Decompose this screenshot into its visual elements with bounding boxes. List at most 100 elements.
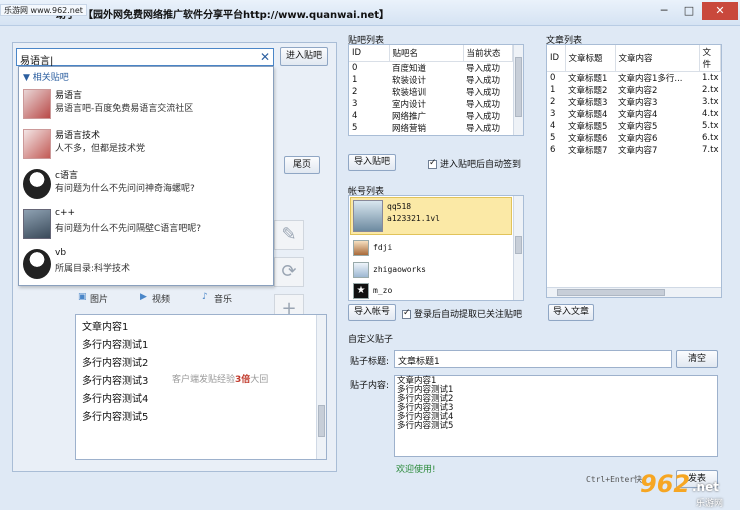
music-label[interactable]: 音乐 (214, 292, 232, 305)
table-row[interactable]: 0 百度知道 导入成功 (349, 61, 513, 74)
auto-sign-checkbox[interactable]: 进入贴吧后自动签到 (428, 157, 521, 170)
table-row[interactable]: 5 文章标题6 文章内容6 6.tx (547, 132, 721, 144)
avatar (353, 240, 369, 256)
table-row[interactable]: 2 软装培训 导入成功 (349, 86, 513, 98)
checkbox-checked-icon[interactable] (402, 308, 411, 319)
editor-line: 多行内容测试2 (82, 358, 149, 369)
clear-icon[interactable]: ✕ (260, 50, 270, 64)
maximize-button[interactable]: □ (677, 2, 701, 20)
suggestion-desc: 人不多，但都是技术党 (55, 144, 146, 154)
auto-fetch-checkbox[interactable]: 登录后自动提取已关注贴吧 (402, 307, 522, 320)
penguin-icon (23, 169, 51, 199)
forum-logo-icon (23, 209, 51, 239)
column-header[interactable]: 文章标题 (565, 45, 616, 72)
table-row[interactable]: 4 网络推广 导入成功 (349, 110, 513, 122)
column-header[interactable]: ID (547, 45, 566, 72)
column-header[interactable]: 文件 (699, 45, 721, 72)
table-header-row: ID 文章标题 文章内容 文件 (547, 45, 721, 72)
account-list-scrollbar-thumb[interactable] (515, 236, 522, 254)
article-list-hscrollbar-thumb[interactable] (557, 289, 665, 296)
close-button[interactable]: ✕ (702, 2, 738, 20)
video-label[interactable]: 视频 (152, 292, 170, 305)
shortcut-hint: Ctrl+Enter快 (586, 475, 643, 484)
search-input[interactable]: 易语言| ✕ (16, 48, 274, 67)
table-row[interactable]: 3 文章标题4 文章内容4 4.tx (547, 108, 721, 120)
column-header[interactable]: 贴吧名 (389, 45, 464, 62)
suggestion-item[interactable]: c语言 有问题为什么不先问问神奇海螺呢? (19, 165, 273, 203)
post-title-label: 贴子标题: (350, 357, 390, 367)
article-table: ID 文章标题 文章内容 文件 0 文章标题1 文章内容1多行... 1.tx 1 文章… (547, 45, 721, 156)
site-watermark-logo: 962 .net 乐游网 (638, 468, 738, 509)
table-row[interactable]: 1 软装设计 导入成功 (349, 74, 513, 86)
window-title: 助手 【园外网免费网络推广软件分享平台http://www.quanwai.ne… (56, 10, 390, 21)
watermark-logo-site: 乐游网 (696, 499, 724, 509)
forum-list-scrollbar[interactable] (513, 45, 523, 135)
suggestion-title: c语言 (55, 171, 78, 181)
account-item[interactable]: ★ m_zo (351, 282, 511, 300)
table-row[interactable]: 3 室内设计 导入成功 (349, 98, 513, 110)
refresh-icon[interactable]: ⟳ (274, 257, 304, 287)
post-content-label: 贴子内容: (350, 381, 390, 391)
editor-line: 多行内容测试3 (82, 376, 149, 387)
table-row[interactable]: 6 文章标题7 文章内容7 7.tx (547, 144, 721, 156)
watermark-logo-domain: .net (692, 480, 719, 494)
post-title-input[interactable]: 文章标题1 (394, 350, 672, 368)
import-forum-button[interactable]: 导入贴吧 (348, 154, 396, 171)
video-icon[interactable]: ▶ (140, 292, 147, 302)
post-content-editor[interactable]: 文章内容1 多行内容测试1 多行内容测试2 多行内容测试3 多行内容测试4 多行… (75, 314, 327, 460)
column-header[interactable]: ID (349, 45, 390, 62)
post-content-lines: 文章内容1 多行内容测试1 多行内容测试2 多行内容测试3 多行内容测试4 多行… (397, 377, 453, 431)
checkbox-checked-icon[interactable] (428, 158, 437, 169)
account-item-selected[interactable]: qq518 a123321.1vl (350, 197, 512, 235)
minimize-button[interactable]: ─ (652, 2, 676, 20)
article-list-hscrollbar[interactable] (547, 287, 721, 297)
table-row[interactable]: 4 文章标题5 文章内容5 5.tx (547, 120, 721, 132)
suggestion-item[interactable]: 易语言技术 人不多，但都是技术党 (19, 125, 273, 163)
account-name: fdji (373, 243, 393, 252)
account-item[interactable]: zhigaoworks (351, 260, 511, 280)
watermark-logo-number: 962 (640, 470, 691, 498)
forum-logo-icon (23, 129, 51, 159)
star-avatar-icon: ★ (353, 283, 369, 299)
editor-scrollbar-thumb[interactable] (318, 405, 325, 437)
editor-scrollbar[interactable] (316, 315, 326, 459)
clear-button[interactable]: 清空 (676, 350, 718, 368)
suggestion-desc: 易语言吧-百度免费易语言交流社区 (55, 104, 194, 114)
post-content-input[interactable]: 文章内容1 多行内容测试1 多行内容测试2 多行内容测试3 多行内容测试4 多行… (394, 375, 718, 457)
table-row[interactable]: 1 文章标题2 文章内容2 2.tx (547, 84, 721, 96)
account-list-scrollbar[interactable] (513, 196, 523, 300)
forum-list-scrollbar-thumb[interactable] (515, 57, 522, 117)
avatar (353, 262, 369, 278)
account-item[interactable]: fdji (351, 238, 511, 258)
editor-toolbar: ▣ 图片 ▶ 视频 ♪ 音乐 (72, 288, 272, 308)
editor-line: 多行内容测试4 (82, 394, 149, 405)
import-article-button[interactable]: 导入文章 (548, 304, 594, 321)
avatar (353, 200, 383, 232)
picture-icon[interactable]: ▣ (78, 292, 87, 302)
forum-table: ID 贴吧名 当前状态 0 百度知道 导入成功 1 软装设计 导入成功 2 软装培训 导入成… (349, 45, 513, 134)
import-account-button[interactable]: 导入帐号 (348, 304, 396, 321)
suggestion-item[interactable]: vb 所属目录:科学技术 (19, 245, 273, 283)
suggestion-item[interactable]: c++ 有问题为什么不先问隔壁C语言吧呢? (19, 205, 273, 243)
music-icon[interactable]: ♪ (202, 292, 208, 302)
search-input-value: 易语言| (20, 56, 54, 67)
table-row[interactable]: 2 文章标题3 文章内容3 3.tx (547, 96, 721, 108)
post-title-value: 文章标题1 (398, 357, 440, 367)
column-header[interactable]: 当前状态 (463, 45, 513, 62)
enter-forum-button[interactable]: 进入贴吧 (280, 47, 328, 66)
content-line: 多行内容测试5 (397, 421, 454, 431)
account-list[interactable]: qq518 a123321.1vl fdji zhigaoworks ★ m_z… (348, 195, 524, 301)
custom-post-label: 自定义贴子 (348, 335, 394, 345)
article-list-table[interactable]: ID 文章标题 文章内容 文件 0 文章标题1 文章内容1多行... 1.tx 1 文章… (546, 44, 722, 298)
table-row[interactable]: 0 文章标题1 文章内容1多行... 1.tx (547, 72, 721, 84)
tail-page-button[interactable]: 尾页 (284, 156, 320, 174)
picture-label[interactable]: 图片 (90, 292, 108, 305)
forum-list-table[interactable]: ID 贴吧名 当前状态 0 百度知道 导入成功 1 软装设计 导入成功 2 软装培训 导入成… (348, 44, 524, 136)
edit-icon[interactable]: ✎ (274, 220, 304, 250)
column-header[interactable]: 文章内容 (615, 45, 700, 72)
table-row[interactable]: 5 网络营销 导入成功 (349, 122, 513, 134)
suggestion-item[interactable]: 易语言 易语言吧-百度免费易语言交流社区 (19, 85, 273, 123)
editor-line: 文章内容1 (82, 322, 129, 333)
forum-logo-icon (23, 89, 51, 119)
triangle-down-icon: ▼ (23, 73, 30, 83)
